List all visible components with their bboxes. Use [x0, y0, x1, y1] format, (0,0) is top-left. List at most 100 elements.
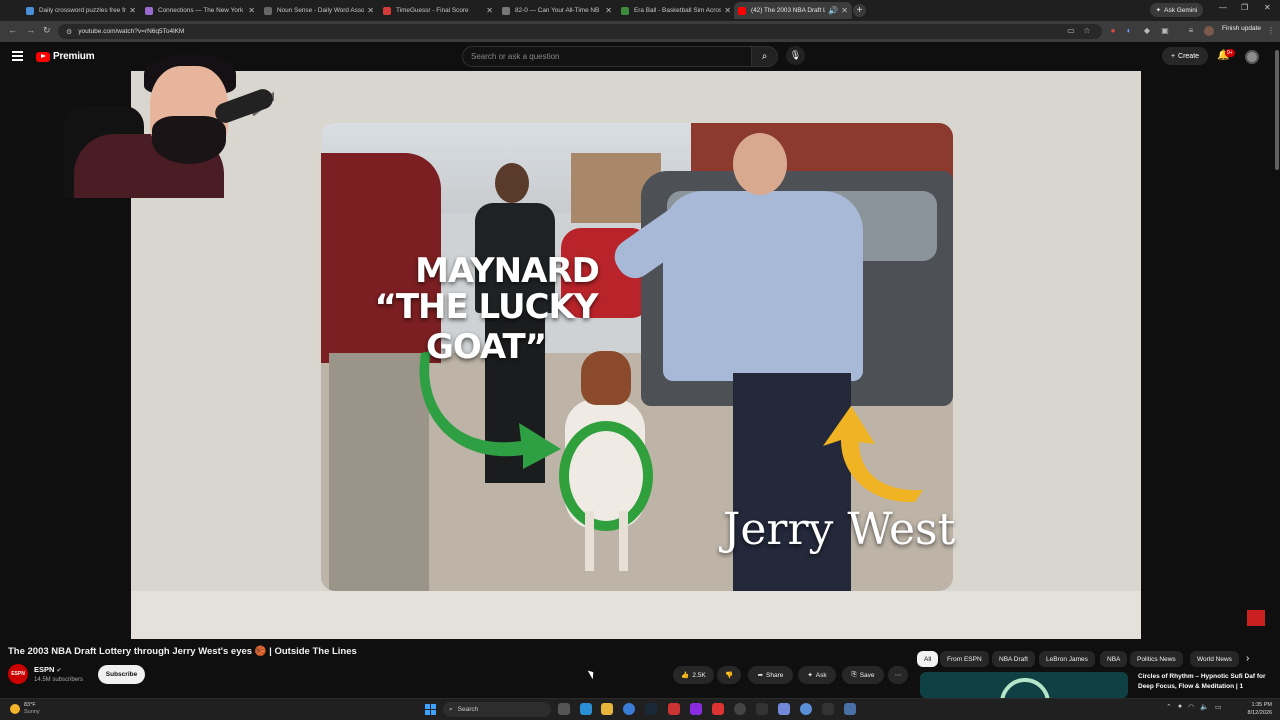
close-tab-icon[interactable]: ✕: [248, 6, 255, 15]
steam-icon[interactable]: [645, 703, 657, 715]
recommended-video-thumbnail[interactable]: [920, 672, 1128, 698]
window-close-icon[interactable]: ✕: [1264, 3, 1271, 12]
close-tab-icon[interactable]: ✕: [724, 6, 731, 15]
taskbar-search[interactable]: ⌕ Search: [443, 702, 551, 717]
app-icon[interactable]: [712, 703, 724, 715]
browser-tab[interactable]: Daily crossword puzzles free fr ✕: [22, 2, 140, 19]
url-text: youtube.com/watch?v=rN6q5To4lKM: [78, 28, 185, 35]
sparkle-icon: ✦: [807, 672, 813, 679]
reload-icon[interactable]: ↻: [43, 25, 51, 36]
site-info-icon[interactable]: ⚙: [66, 28, 72, 36]
minimize-icon[interactable]: —: [1219, 3, 1227, 12]
recommended-video-title[interactable]: Circles of Rhythm – Hypnotic Sufi Daf fo…: [1138, 672, 1268, 692]
app-icon[interactable]: [734, 703, 746, 715]
share-button[interactable]: ➦ Share: [748, 666, 793, 684]
browser-tab[interactable]: Era Ball - Basketball Sim Acros ✕: [617, 2, 735, 19]
weather-widget[interactable]: 83°F Sunny: [10, 702, 40, 716]
extension-icon[interactable]: ●: [1108, 26, 1118, 36]
streamer-beard: [152, 116, 226, 164]
app-icon[interactable]: [690, 703, 702, 715]
tab-favicon-icon: [145, 6, 153, 15]
back-icon[interactable]: ←: [8, 25, 17, 35]
chip-nba-draft[interactable]: NBA Draft: [992, 651, 1035, 667]
app-icon[interactable]: [756, 703, 768, 715]
close-tab-icon[interactable]: ✕: [367, 6, 374, 15]
tray-app-icon[interactable]: ●: [1178, 703, 1182, 711]
new-tab-button[interactable]: +: [853, 4, 866, 17]
system-tray[interactable]: ⌃ ● ◠ 🔈 ▭: [1166, 703, 1222, 711]
finish-update-button[interactable]: Finish update: [1222, 25, 1261, 32]
wifi-icon[interactable]: ◠: [1188, 703, 1194, 711]
voice-search-mic-icon[interactable]: 🎙: [786, 46, 805, 65]
video-title: The 2003 NBA Draft Lottery through Jerry…: [8, 646, 357, 657]
channel-avatar[interactable]: ESPN: [8, 664, 28, 684]
tab-title: Noun Sense - Daily Word Asso: [277, 7, 365, 14]
forward-icon[interactable]: →: [26, 25, 35, 35]
channel-name[interactable]: ESPN ✔: [34, 665, 62, 674]
file-explorer-icon[interactable]: [601, 703, 613, 715]
chrome-icon[interactable]: [623, 703, 635, 715]
video-player[interactable]: MAYNARD “THE LUCKY GOAT” Jerry West: [131, 71, 1141, 639]
extension-icon[interactable]: ◆: [1142, 26, 1152, 36]
search-input[interactable]: Search or ask a question: [462, 46, 752, 67]
hamburger-menu-icon[interactable]: [12, 51, 23, 61]
cast-icon[interactable]: ▭: [1066, 26, 1076, 36]
browser-tab[interactable]: 82-0 — Can Your All-Time NB ✕: [498, 2, 616, 19]
app-icon[interactable]: [800, 703, 812, 715]
page-scrollbar-thumb[interactable]: [1275, 50, 1279, 170]
account-avatar[interactable]: [1245, 50, 1259, 64]
chip-politics-news[interactable]: Politics News: [1130, 651, 1183, 667]
browser-tab[interactable]: Connections — The New York ✕: [141, 2, 259, 19]
tab-title: 82-0 — Can Your All-Time NB: [515, 7, 600, 14]
browser-menu-icon[interactable]: ⋮: [1266, 26, 1276, 36]
task-view-icon[interactable]: [558, 703, 570, 715]
close-tab-icon[interactable]: ✕: [486, 6, 493, 15]
person-name-caption: Jerry West: [722, 504, 956, 555]
browser-tab-active[interactable]: (42) The 2003 NBA Draft Lo 🔊 ✕: [734, 2, 852, 19]
discord-icon[interactable]: [778, 703, 790, 715]
chip-lebron-james[interactable]: LeBron James: [1039, 651, 1095, 667]
speaker-icon[interactable]: 🔊: [828, 6, 838, 15]
browser-tab[interactable]: Noun Sense - Daily Word Asso ✕: [260, 2, 378, 19]
more-actions-button[interactable]: ⋯: [888, 666, 908, 684]
more-horizontal-icon: ⋯: [894, 672, 902, 679]
chip-world-news[interactable]: World News: [1190, 651, 1239, 667]
create-button[interactable]: + Create: [1162, 47, 1208, 65]
ask-button[interactable]: ✦ Ask: [798, 666, 836, 684]
browser-tab[interactable]: TimeGuessr - Final Score ✕: [379, 2, 497, 19]
ask-gemini-button[interactable]: ✦ Ask Gemini: [1150, 3, 1203, 17]
search-button[interactable]: ⌕: [752, 46, 778, 67]
weather-condition: Sunny: [24, 709, 40, 715]
like-button[interactable]: 👍 2.5K: [673, 666, 714, 684]
extensions-puzzle-icon[interactable]: ▣: [1160, 26, 1170, 36]
taskbar-clock[interactable]: 1:35 PM 8/12/2026: [1240, 701, 1272, 717]
tray-chevron-icon[interactable]: ⌃: [1166, 703, 1172, 711]
chip-all[interactable]: All: [917, 651, 939, 667]
copilot-icon[interactable]: [580, 703, 592, 715]
save-button[interactable]: ⎘ Save: [842, 666, 884, 684]
extension-icon[interactable]: ◐: [1124, 26, 1134, 36]
chip-from-espn[interactable]: From ESPN: [940, 651, 989, 667]
battery-icon[interactable]: ▭: [1215, 703, 1222, 711]
bookmark-star-icon[interactable]: ☆: [1082, 26, 1092, 36]
address-bar[interactable]: ⚙ youtube.com/watch?v=rN6q5To4lKM: [58, 24, 1102, 39]
tab-search-icon[interactable]: ≡: [1186, 26, 1196, 36]
chevron-right-icon[interactable]: ›: [1246, 653, 1249, 664]
clock-time: 1:35 PM: [1251, 702, 1272, 708]
app-icon[interactable]: [844, 703, 856, 715]
subscriber-count: 14.5M subscribers: [34, 677, 84, 683]
ask-gemini-label: Ask Gemini: [1164, 6, 1198, 14]
app-icon[interactable]: [668, 703, 680, 715]
dislike-button[interactable]: 👎: [717, 666, 741, 684]
close-tab-icon[interactable]: ✕: [129, 6, 136, 15]
chip-nba[interactable]: NBA: [1100, 651, 1128, 667]
maximize-icon[interactable]: ❐: [1241, 3, 1248, 12]
yellow-arrow-icon: [823, 406, 923, 503]
windows-start-icon[interactable]: [425, 704, 436, 715]
close-tab-icon[interactable]: ✕: [841, 6, 848, 15]
profile-avatar-icon[interactable]: [1204, 26, 1214, 36]
subscribe-button[interactable]: Subscribe: [98, 665, 145, 684]
obs-icon[interactable]: [822, 703, 834, 715]
close-tab-icon[interactable]: ✕: [605, 6, 612, 15]
volume-icon[interactable]: 🔈: [1200, 703, 1209, 711]
